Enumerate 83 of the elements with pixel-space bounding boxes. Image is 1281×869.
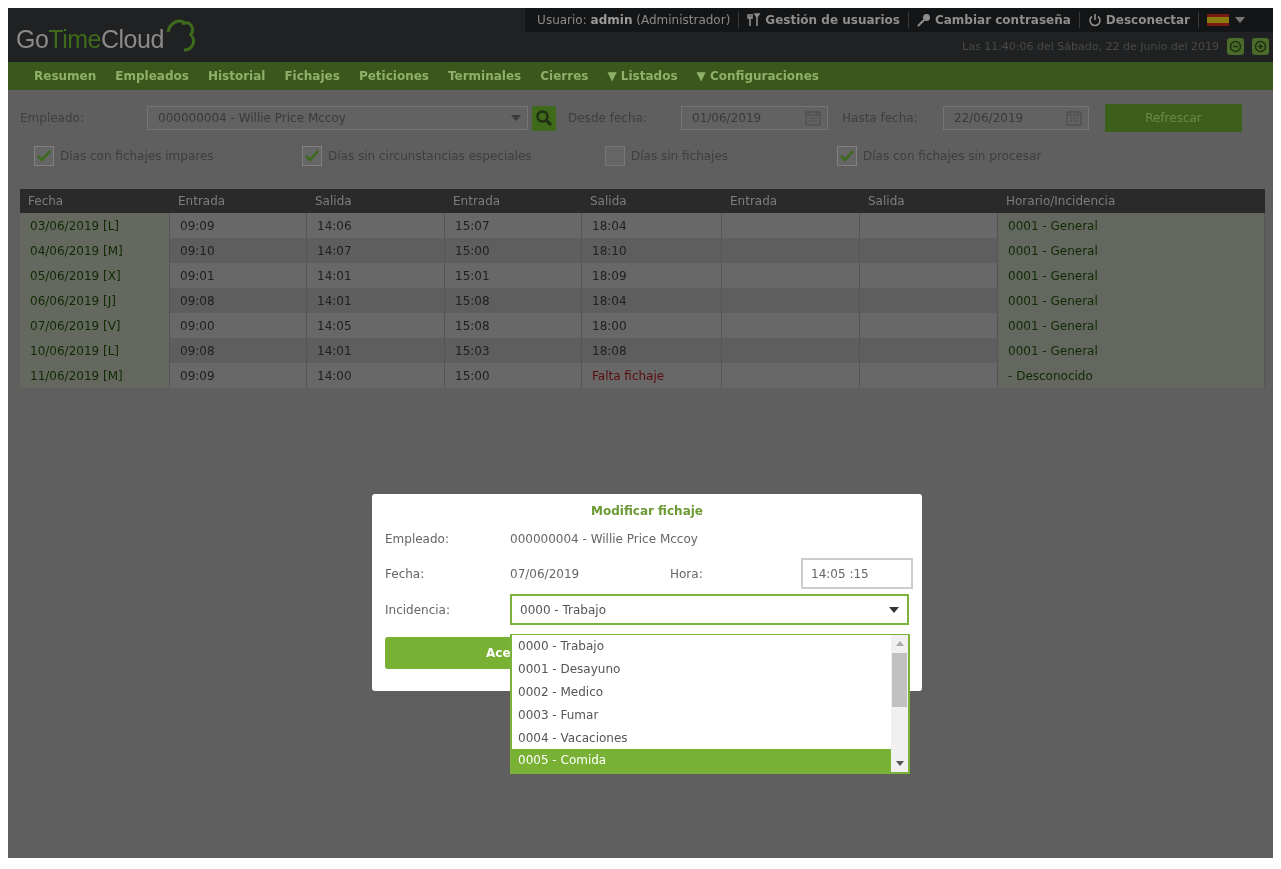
incidence-select[interactable]: 0000 - Trabajo (510, 594, 909, 625)
schedule-cell: 0001 - General (998, 238, 1265, 263)
column-header: Horario/Incidencia (998, 189, 1265, 213)
time-cell: 15:07 (445, 213, 582, 238)
schedule-cell: 0001 - General (998, 263, 1265, 288)
date-cell: 11/06/2019 [M] (20, 363, 170, 388)
time-cell: 09:09 (170, 213, 307, 238)
schedule-cell: 0001 - General (998, 213, 1265, 238)
checkbox[interactable] (302, 146, 322, 166)
header-link[interactable]: Desconectar (1087, 13, 1190, 27)
column-header: Salida (860, 189, 998, 213)
zoom-out-button[interactable] (1227, 38, 1244, 55)
scroll-up-arrow-icon[interactable] (895, 640, 904, 648)
column-header: Salida (582, 189, 722, 213)
nav-item[interactable]: Resumen (34, 69, 97, 83)
date-cell: 10/06/2019 [L] (20, 338, 170, 363)
checkmark-icon (305, 150, 319, 162)
checkbox[interactable] (837, 146, 857, 166)
header-link[interactable]: Gestión de usuarios (747, 13, 900, 27)
checkbox[interactable] (34, 146, 54, 166)
column-header: Entrada (445, 189, 582, 213)
date-cell: 07/06/2019 [V] (20, 313, 170, 338)
employee-value: 000000004 - Willie Price Mccoy (510, 532, 699, 546)
time-cell: 14:05 (307, 313, 445, 338)
date-cell: 03/06/2019 [L] (20, 213, 170, 238)
time-cell: 09:00 (170, 313, 307, 338)
scrollbar[interactable] (891, 635, 908, 772)
time-cell: 15:01 (445, 263, 582, 288)
time-cell: 18:04 (582, 213, 722, 238)
tools-icon (747, 13, 762, 27)
nav-item[interactable]: ▼ Listados (607, 69, 678, 83)
zoom-in-button[interactable] (1252, 38, 1269, 55)
logo: GoTimeCloud (16, 25, 164, 54)
time-cell: 09:09 (170, 363, 307, 388)
date-cell: 06/06/2019 [J] (20, 288, 170, 313)
nav-item[interactable]: Terminales (447, 69, 522, 83)
nav-item[interactable]: Fichajes (284, 69, 340, 83)
time-cell: 15:00 (445, 363, 582, 388)
date-cell: 04/06/2019 [M] (20, 238, 170, 263)
employee-label: Empleado: (385, 532, 450, 546)
time-cell: 14:06 (307, 213, 445, 238)
nav-item[interactable]: Empleados (115, 69, 189, 83)
time-cell: 18:09 (582, 263, 722, 288)
search-button[interactable] (532, 105, 556, 131)
dropdown-caret-icon (511, 115, 521, 121)
incidence-label: Incidencia: (385, 602, 451, 617)
schedule-cell: 0001 - General (998, 338, 1265, 363)
time-cell: 09:01 (170, 263, 307, 288)
checkmark-icon (840, 150, 854, 162)
key-icon (916, 13, 931, 27)
date-value: 07/06/2019 (510, 566, 581, 581)
schedule-cell: 0001 - General (998, 313, 1265, 338)
flag-icon (1207, 14, 1229, 26)
nav-item[interactable]: Cierres (540, 69, 589, 83)
schedule-cell: 0001 - General (998, 288, 1265, 313)
column-header: Entrada (722, 189, 860, 213)
nav-item[interactable]: Peticiones (358, 69, 429, 83)
column-header: Fecha (20, 189, 170, 213)
power-icon (1087, 13, 1102, 27)
header-link[interactable]: Cambiar contraseña (916, 13, 1071, 27)
time-cell: 14:01 (307, 263, 445, 288)
nav-item[interactable]: ▼ Configuraciones (696, 69, 819, 83)
dialog-title: Modificar fichaje (590, 504, 704, 518)
time-field[interactable]: 14:05 :15 (801, 558, 913, 589)
column-header: Salida (307, 189, 445, 213)
time-cell: 15:08 (445, 313, 582, 338)
date-cell: 05/06/2019 [X] (20, 263, 170, 288)
time-cell: 18:00 (582, 313, 722, 338)
user-info: Usuario: admin (Administrador) (537, 13, 731, 27)
checkbox[interactable] (605, 146, 625, 166)
incidence-option[interactable]: 0005 - Comida (512, 749, 891, 772)
date-label: Fecha: (385, 566, 426, 581)
caret-icon (1235, 17, 1245, 23)
time-cell: 14:00 (307, 363, 445, 388)
dropdown-caret-icon (889, 606, 899, 613)
schedule-cell: - Desconocido (998, 363, 1265, 388)
column-header: Entrada (170, 189, 307, 213)
time-label: Hora: (670, 566, 704, 581)
missing-punch-cell: Falta fichaje (582, 363, 722, 388)
checkmark-icon (37, 150, 51, 162)
scroll-down-arrow-icon[interactable] (895, 759, 904, 767)
language-selector[interactable] (1207, 14, 1245, 26)
nav-item[interactable]: Historial (207, 69, 266, 83)
